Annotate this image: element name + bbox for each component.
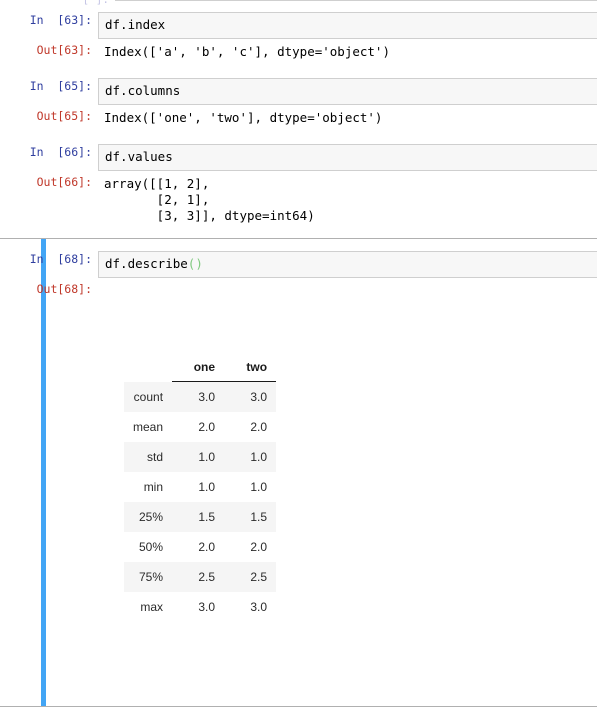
notebook-cell-values[interactable]: In [66]: df.values Out[66]: array([[1, 2… [0, 144, 597, 226]
dataframe-corner-cell [124, 355, 173, 382]
dataframe-index-count: count [124, 381, 173, 412]
dataframe-cell: 3.0 [172, 381, 225, 412]
in-prompt-65[interactable]: In [65]: [0, 78, 98, 95]
output-row: Out[65]: Index(['one', 'two'], dtype='ob… [0, 108, 597, 128]
notebook-cell-index[interactable]: In [63]: df.index Out[63]: Index(['a', '… [0, 12, 597, 62]
dataframe-index-std: std [124, 442, 173, 472]
dataframe-header-row: one two [124, 355, 277, 382]
table-row: 75% 2.5 2.5 [124, 562, 277, 592]
dataframe-cell: 2.0 [224, 412, 277, 442]
code-input-index[interactable]: df.index [98, 12, 597, 39]
output-dataframe-container: one two count 3.0 3.0 mean 2.0 2.0 std 1… [98, 281, 597, 706]
out-prompt-66: Out[66]: [36, 175, 92, 189]
dataframe-cell: 1.5 [172, 502, 225, 532]
in-prompt-63[interactable]: In [63]: [0, 12, 98, 29]
dataframe-cell: 2.0 [172, 412, 225, 442]
notebook-cell-columns[interactable]: In [65]: df.columns Out[65]: Index(['one… [0, 78, 597, 128]
output-text-index: Index(['a', 'b', 'c'], dtype='object') [104, 44, 390, 59]
in-prompt-68[interactable]: In [68]: [0, 251, 98, 268]
code-input-values[interactable]: df.values [98, 144, 597, 171]
output-text-columns: Index(['one', 'two'], dtype='object') [104, 110, 383, 125]
dataframe-cell: 1.0 [172, 442, 225, 472]
table-row: mean 2.0 2.0 [124, 412, 277, 442]
out-prompt-65: Out[65]: [36, 109, 92, 123]
dataframe-wrapper: one two count 3.0 3.0 mean 2.0 2.0 std 1… [104, 315, 591, 672]
in-prompt-66[interactable]: In [66]: [0, 144, 98, 161]
out-prompt-63: Out[63]: [36, 43, 92, 57]
code-input-columns[interactable]: df.columns [98, 78, 597, 105]
table-row: 50% 2.0 2.0 [124, 532, 277, 562]
dataframe-cell: 1.5 [224, 502, 277, 532]
notebook-cell-describe[interactable]: In [68]: df.describe() Out[68]: one two [0, 238, 597, 707]
describe-dataframe: one two count 3.0 3.0 mean 2.0 2.0 std 1… [124, 355, 277, 622]
partial-cell-prompt: [ ]: [17, 0, 110, 6]
dataframe-index-50pct: 50% [124, 532, 173, 562]
table-row: 25% 1.5 1.5 [124, 502, 277, 532]
output-row: Out[66]: array([[1, 2], [2, 1], [3, 3]],… [0, 174, 597, 226]
dataframe-body: count 3.0 3.0 mean 2.0 2.0 std 1.0 1.0 m… [124, 381, 277, 622]
dataframe-head: one two [124, 355, 277, 382]
dataframe-cell: 2.0 [172, 532, 225, 562]
output-row: Out[68]: one two count 3.0 3.0 mean 2.0 … [0, 281, 597, 706]
partial-cell-top: [ ]: [0, 0, 597, 9]
input-row: In [68]: df.describe() [0, 251, 597, 278]
dataframe-cell: 1.0 [172, 472, 225, 502]
dataframe-cell: 2.5 [224, 562, 277, 592]
dataframe-col-header-two: two [224, 355, 277, 382]
code-input-describe[interactable]: df.describe() [98, 251, 597, 278]
output-text-values: array([[1, 2], [2, 1], [3, 3]], dtype=in… [104, 176, 315, 223]
dataframe-index-min: min [124, 472, 173, 502]
input-row: In [65]: df.columns [0, 78, 597, 105]
dataframe-cell: 1.0 [224, 442, 277, 472]
dataframe-cell: 3.0 [224, 592, 277, 622]
input-row: In [63]: df.index [0, 12, 597, 39]
table-row: min 1.0 1.0 [124, 472, 277, 502]
output-row: Out[63]: Index(['a', 'b', 'c'], dtype='o… [0, 42, 597, 62]
dataframe-cell: 2.0 [224, 532, 277, 562]
dataframe-index-mean: mean [124, 412, 173, 442]
table-row: max 3.0 3.0 [124, 592, 277, 622]
dataframe-cell: 3.0 [172, 592, 225, 622]
jupyter-notebook: [ ]: In [63]: df.index Out[63]: Index(['… [0, 0, 597, 707]
out-prompt-68: Out[68]: [36, 282, 92, 296]
table-row: std 1.0 1.0 [124, 442, 277, 472]
dataframe-index-75pct: 75% [124, 562, 173, 592]
dataframe-cell: 2.5 [172, 562, 225, 592]
dataframe-col-header-one: one [172, 355, 225, 382]
dataframe-cell: 3.0 [224, 381, 277, 412]
table-row: count 3.0 3.0 [124, 381, 277, 412]
code-token-call: df.describe [105, 256, 188, 271]
code-token-parens: () [187, 256, 203, 271]
input-row: In [66]: df.values [0, 144, 597, 171]
partial-cell-input-box[interactable] [115, 0, 597, 1]
dataframe-index-max: max [124, 592, 173, 622]
dataframe-cell: 1.0 [224, 472, 277, 502]
dataframe-index-25pct: 25% [124, 502, 173, 532]
